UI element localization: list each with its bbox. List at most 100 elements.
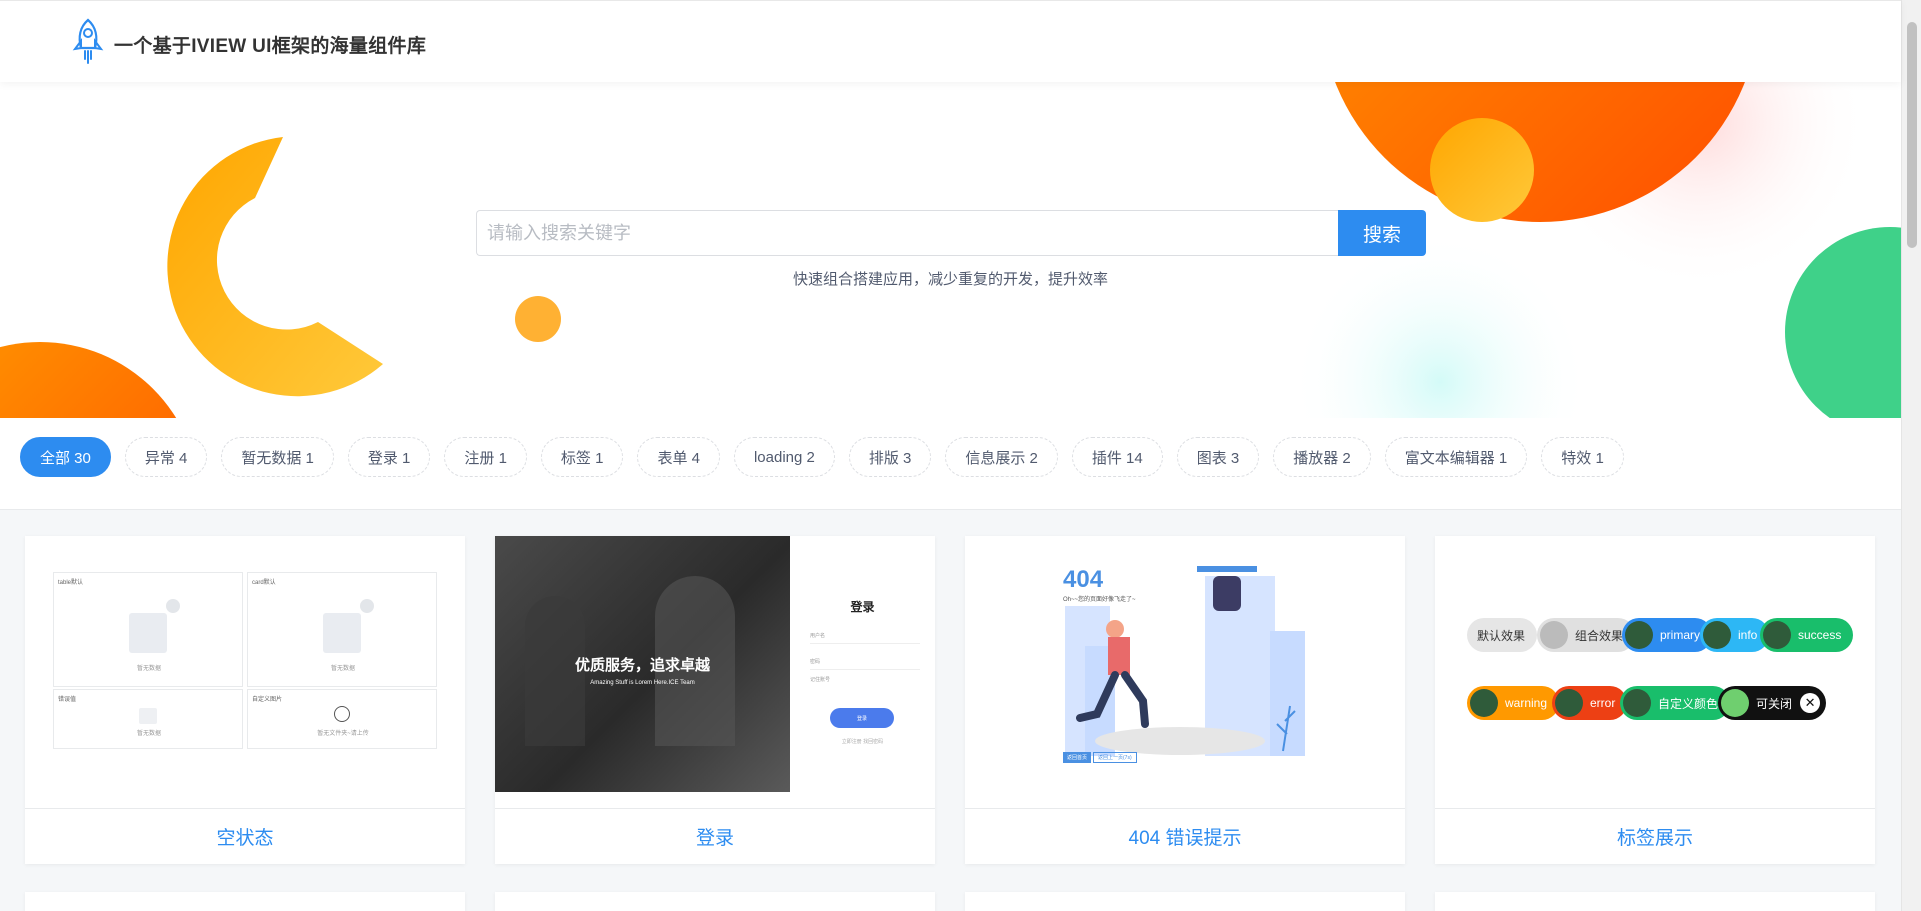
rocket-icon[interactable] (70, 17, 106, 65)
avatar (1763, 621, 1791, 649)
component-card-partial[interactable] (965, 892, 1405, 911)
demo-chip-combo: 组合效果 (1537, 618, 1636, 652)
face-icon (334, 706, 350, 722)
demo-chip-info: info (1700, 618, 1770, 652)
card-preview-empty-state: table默认 暂无数据 card默认 暂无数据 错误值 暂无数据 自定义图片 … (25, 536, 465, 809)
error-code: 404 (1063, 566, 1104, 593)
card-preview-404: 404 Oh~~您的页面好像飞走了~ 返回首页 返回上一页(7s) (965, 536, 1405, 809)
demo-chip-primary: primary (1622, 618, 1713, 652)
filter-tag-effects[interactable]: 特效 1 (1541, 437, 1624, 477)
login-button: 登录 (830, 708, 894, 728)
card-title[interactable]: 404 错误提示 (965, 809, 1405, 864)
scrollbar-thumb[interactable] (1907, 22, 1917, 248)
demo-chip-custom: 自定义颜色 (1620, 686, 1731, 720)
empty-text: 暂无数据 (330, 666, 355, 672)
custom-empty-text: 暂无文件夹~请上传 (317, 731, 369, 737)
empty-box-icon (139, 708, 157, 724)
chip-label: warning (1505, 696, 1548, 710)
preview-panel-label: 错误值 (58, 697, 77, 703)
filter-tag-player[interactable]: 播放器 2 (1273, 437, 1371, 477)
component-card-partial[interactable] (1435, 892, 1875, 911)
empty-text: 暂无数据 (136, 731, 161, 737)
login-remember: 记住账号 (810, 677, 831, 683)
chip-label: success (1798, 628, 1842, 642)
site-title[interactable]: 一个基于IVIEW UI框架的海量组件库 (114, 31, 426, 58)
avatar (1555, 689, 1583, 717)
filter-tag-register[interactable]: 注册 1 (444, 437, 527, 477)
hero-slogan: 快速组合搭建应用，减少重复的开发，提升效率 (792, 271, 1108, 288)
category-tags: 全部 30 异常 4 暂无数据 1 登录 1 注册 1 标签 1 表单 4 lo… (20, 437, 1624, 477)
filter-tag-no-data[interactable]: 暂无数据 1 (221, 437, 334, 477)
filter-tag-form[interactable]: 表单 4 (637, 437, 720, 477)
empty-box-icon (129, 613, 167, 653)
demo-chip-default: 默认效果 (1467, 618, 1538, 652)
gear-icon (1540, 621, 1568, 649)
empty-box-icon (323, 613, 361, 653)
card-preview-login: 优质服务，追求卓越 Amazing Stuff is Lorem Here.IC… (495, 536, 935, 809)
preview-panel: table默认 暂无数据 (53, 572, 243, 687)
chip-label: error (1590, 696, 1616, 710)
avatar (1703, 621, 1731, 649)
search-input[interactable] (476, 210, 1338, 256)
chip-label: info (1738, 628, 1758, 642)
preview-panel: card默认 暂无数据 (247, 572, 437, 687)
avatar (1625, 621, 1653, 649)
demo-chip-closable: 可关闭 ✕ (1718, 686, 1827, 720)
preview-panel-label: card默认 (252, 580, 276, 586)
component-card-login[interactable]: 优质服务，追求卓越 Amazing Stuff is Lorem Here.IC… (495, 536, 935, 864)
login-password-field: 密码 (810, 658, 920, 670)
preview-panel: 自定义图片 暂无文件夹~请上传 (247, 689, 437, 749)
avatar (1470, 689, 1498, 717)
category-filter-bar: 全部 30 异常 4 暂无数据 1 登录 1 注册 1 标签 1 表单 4 lo… (0, 418, 1901, 510)
component-card-empty-state[interactable]: table默认 暂无数据 card默认 暂无数据 错误值 暂无数据 自定义图片 … (25, 536, 465, 864)
card-title[interactable]: 空状态 (25, 809, 465, 864)
filter-tag-info-display[interactable]: 信息展示 2 (945, 437, 1058, 477)
illustration-404 (1065, 566, 1305, 756)
error-message: Oh~~您的页面好像飞走了~ (1063, 597, 1136, 603)
close-icon: ✕ (1800, 693, 1821, 713)
preview-panel: 错误值 暂无数据 (53, 689, 243, 749)
login-heading: 登录 (850, 600, 875, 614)
filter-tag-label[interactable]: 标签 1 (540, 437, 624, 477)
component-card-tags[interactable]: 默认效果 组合效果 primary info success warning e… (1435, 536, 1875, 864)
back-button: 返回上一页(7s) (1093, 752, 1137, 763)
login-form: 登录 用户名 密码 记住账号 登录 立即注册 找回密码 (790, 536, 935, 792)
chip-label: 可关闭 (1756, 696, 1793, 711)
chip-label: 组合效果 (1575, 628, 1624, 643)
filter-tag-login[interactable]: 登录 1 (347, 437, 431, 477)
hero-banner: 搜索 快速组合搭建应用，减少重复的开发，提升效率 (0, 82, 1901, 418)
login-slogan: 优质服务，追求卓越 (574, 657, 710, 674)
filter-tag-plugin[interactable]: 插件 14 (1071, 437, 1163, 477)
filter-tag-layout[interactable]: 排版 3 (848, 437, 932, 477)
card-title[interactable]: 登录 (495, 809, 935, 864)
site-header: 一个基于IVIEW UI框架的海量组件库 (0, 0, 1901, 82)
login-username-field: 用户名 (810, 632, 920, 644)
component-card-404[interactable]: 404 Oh~~您的页面好像飞走了~ 返回首页 返回上一页(7s) 404 错误… (965, 536, 1405, 864)
card-title[interactable]: 标签展示 (1435, 809, 1875, 864)
preview-panel-label: 自定义图片 (252, 697, 283, 703)
card-preview-tags: 默认效果 组合效果 primary info success warning e… (1435, 536, 1875, 809)
empty-text: 暂无数据 (136, 666, 161, 672)
vertical-scrollbar[interactable] (1901, 0, 1921, 911)
filter-tag-chart[interactable]: 图表 3 (1176, 437, 1260, 477)
home-button: 返回首页 (1063, 752, 1092, 763)
login-subtitle: Amazing Stuff is Lorem Here.ICE Team (590, 680, 695, 686)
component-card-partial[interactable] (25, 892, 465, 911)
search-button[interactable]: 搜索 (1338, 210, 1426, 256)
login-background-photo: 优质服务，追求卓越 Amazing Stuff is Lorem Here.IC… (495, 536, 790, 792)
filter-tag-rich-editor[interactable]: 富文本编辑器 1 (1384, 437, 1528, 477)
search-bar: 搜索 (476, 210, 1426, 256)
bubble-icon (166, 599, 180, 613)
filter-tag-loading[interactable]: loading 2 (733, 437, 835, 477)
filter-tag-all[interactable]: 全部 30 (20, 437, 111, 477)
demo-chip-warning: warning (1467, 686, 1560, 720)
login-links: 立即注册 找回密码 (841, 739, 884, 745)
preview-panel-label: table默认 (58, 580, 84, 586)
user-icon (1721, 689, 1749, 717)
filter-tag-exception[interactable]: 异常 4 (124, 437, 208, 477)
chip-label: primary (1660, 628, 1701, 642)
demo-chip-error: error (1552, 686, 1628, 720)
component-card-partial[interactable] (495, 892, 935, 911)
bubble-icon (360, 599, 374, 613)
avatar (1623, 689, 1651, 717)
